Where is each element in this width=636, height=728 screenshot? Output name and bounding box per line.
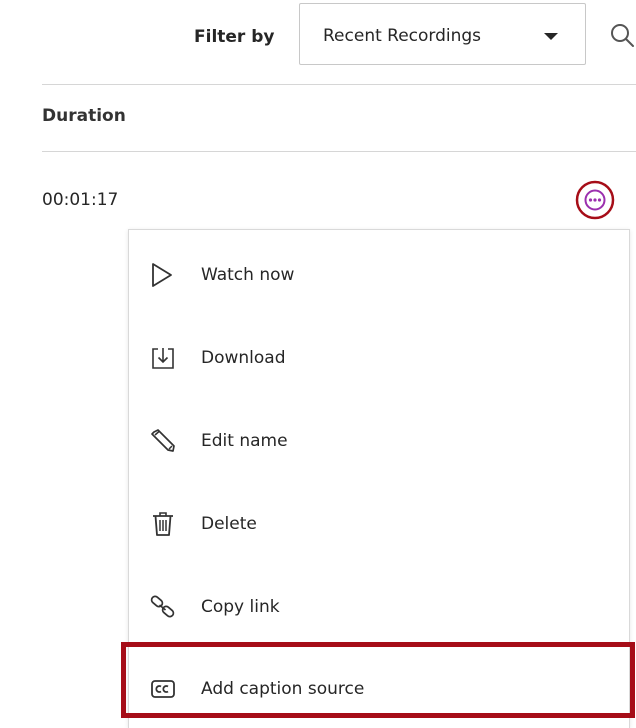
recording-options-menu: Watch now Download Edit name Delete Copy… [128, 229, 630, 728]
menu-item-delete[interactable]: Delete [129, 494, 629, 554]
more-options-button[interactable] [575, 180, 615, 220]
menu-item-label: Watch now [201, 265, 295, 285]
menu-item-download[interactable]: Download [129, 328, 629, 388]
recordings-page: Filter by Recent Recordings Duration 00:… [0, 0, 636, 728]
play-icon [149, 261, 177, 289]
column-header-duration: Duration [42, 106, 126, 126]
pencil-icon [149, 427, 177, 455]
menu-item-watch-now[interactable]: Watch now [129, 245, 629, 305]
closed-caption-icon [149, 675, 177, 703]
filter-label: Filter by [194, 27, 275, 47]
caret-down-icon [544, 33, 558, 40]
menu-item-label: Delete [201, 514, 257, 534]
row-divider [42, 151, 636, 152]
menu-item-edit-name[interactable]: Edit name [129, 411, 629, 471]
trash-icon [149, 510, 177, 538]
menu-item-label: Download [201, 348, 286, 368]
menu-item-add-caption-source[interactable]: Add caption source [129, 659, 629, 719]
filter-selected-value: Recent Recordings [323, 26, 482, 46]
menu-item-copy-link[interactable]: Copy link [129, 577, 629, 637]
menu-item-label: Copy link [201, 597, 280, 617]
header-divider [42, 84, 636, 85]
duration-cell: 00:01:17 [42, 190, 119, 210]
filter-dropdown[interactable]: Recent Recordings [299, 3, 586, 65]
search-icon[interactable] [609, 22, 636, 50]
link-icon [149, 593, 177, 621]
download-icon [149, 344, 177, 372]
menu-item-label: Add caption source [201, 679, 365, 699]
menu-item-label: Edit name [201, 431, 288, 451]
